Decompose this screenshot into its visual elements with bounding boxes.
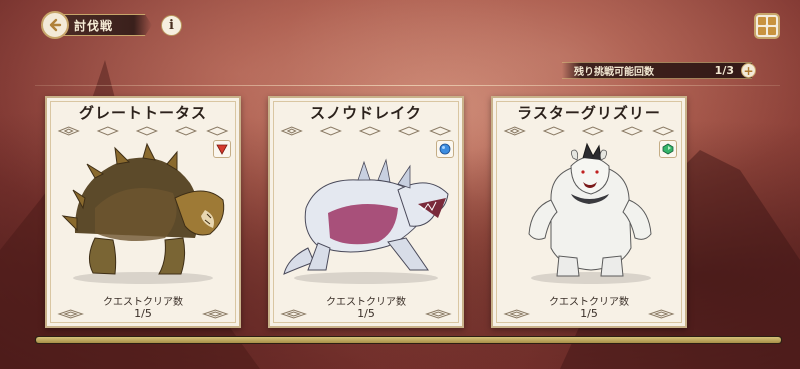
header-divider: [35, 85, 780, 86]
card-ornament-bottom: [57, 309, 229, 319]
quest-clear-label: クエストクリア数: [103, 297, 183, 308]
remaining-attempts-label: 残り挑戦可能回数: [574, 67, 654, 78]
quest-clear-label: クエストクリア数: [326, 297, 406, 308]
monster-name: ラスターグリズリー: [517, 104, 661, 122]
monster-name: グレートトータス: [78, 104, 207, 122]
card-ornament-top: [280, 126, 452, 136]
back-button[interactable]: [41, 11, 69, 39]
card-ornament-top: [57, 126, 229, 136]
menu-button[interactable]: [754, 13, 780, 39]
card-ornament-bottom: [280, 309, 452, 319]
raster-grizzly-art: [528, 142, 652, 284]
add-attempts-button[interactable]: +: [741, 63, 756, 78]
screen-title-plate: 討伐戦: [62, 14, 152, 36]
arrow-left-icon: [49, 18, 62, 32]
monster-card-great-tortoise[interactable]: グレートトータス クエストクリア数 1/5: [45, 96, 241, 328]
snow-drake-art: [283, 158, 449, 284]
horizontal-scrollbar[interactable]: [35, 336, 782, 344]
info-button[interactable]: i: [161, 15, 182, 36]
great-tortoise-art: [61, 142, 225, 284]
card-ornament-bottom: [503, 309, 675, 319]
remaining-attempts-bar: 残り挑戦可能回数 1/3: [562, 62, 752, 79]
info-icon: i: [169, 18, 174, 33]
plus-icon: +: [743, 63, 754, 78]
screen-title: 討伐戦: [74, 18, 114, 33]
monster-card-snow-drake[interactable]: スノウドレイク クエストクリア数 1/5: [268, 96, 464, 328]
grid-menu-icon: [758, 17, 766, 25]
monster-card-raster-grizzly[interactable]: ラスターグリズリー クエストクリア数 1/5: [491, 96, 687, 328]
card-ornament-top: [503, 126, 675, 136]
quest-clear-label: クエストクリア数: [549, 297, 629, 308]
remaining-attempts-value: 1/3: [714, 64, 734, 77]
scrollbar-thumb[interactable]: [36, 337, 781, 343]
monster-name: スノウドレイク: [310, 104, 422, 122]
